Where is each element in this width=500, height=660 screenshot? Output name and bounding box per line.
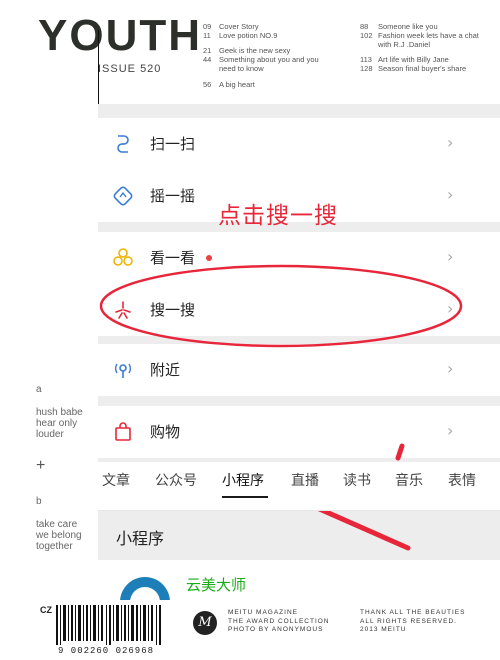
footer-line: THE AWARD COLLECTION (228, 617, 330, 625)
discover-item-label: 搜一搜 (150, 301, 196, 319)
frame-line (98, 30, 99, 104)
toc-entry: 11 Love potion NO.9 (203, 31, 329, 40)
discover-item-label: 购物 (150, 423, 181, 441)
toc-text: Fashion week lets have a chat with R.J .… (378, 31, 479, 49)
footer-line: PHOTO BY ANONYMOUS (228, 626, 324, 633)
toc-number: 102 (360, 31, 373, 40)
tab-music[interactable]: 音乐 (395, 470, 423, 490)
toc-text: Someone like you (378, 22, 438, 31)
toc-text: Cover Story (219, 22, 259, 31)
toc-entry: 113 Art life with Billy Jane (360, 55, 488, 64)
discover-item-look[interactable]: 看一看 › (98, 232, 500, 284)
toc-number: 88 (360, 22, 369, 31)
toc-text: Season final buyer's share (378, 64, 467, 73)
mini-program-logo-icon (120, 577, 170, 602)
toc-text: A big heart (219, 80, 255, 89)
discover-item-label: 看一看 (150, 249, 196, 267)
toc-entry: 44 Something about you and you need to kn… (203, 55, 329, 73)
scan-icon (112, 133, 134, 155)
nearby-icon (112, 359, 134, 381)
chevron-right-icon: › (447, 421, 454, 440)
barcode-number: 9 002260 026968 (58, 646, 155, 656)
tab-live[interactable]: 直播 (291, 470, 319, 490)
discover-item-label: 附近 (150, 361, 181, 379)
search-tabs: 文章 公众号 小程序 直播 读书 音乐 表情 (98, 462, 500, 510)
side-line: take care (36, 519, 78, 530)
toc-text: Art life with Billy Jane (378, 55, 449, 64)
toc-entry: 102 Fashion week lets have a chat with R.… (360, 31, 488, 49)
magazine-issue: ISSUE 520 (98, 63, 162, 75)
toc-number: 113 (360, 55, 372, 64)
search-spark-icon (112, 299, 134, 321)
annotation-text: 点击搜一搜 (218, 203, 338, 229)
shopping-bag-icon (112, 421, 134, 443)
discover-item-scan[interactable]: 扫一扫 › (98, 118, 500, 170)
toc-text: Geek is the new sexy (219, 46, 291, 55)
discover-item-label: 扫一扫 (150, 135, 196, 153)
tab-articles[interactable]: 文章 (102, 470, 130, 490)
barcode (56, 605, 161, 645)
section-title: 小程序 (116, 529, 165, 548)
divider (98, 510, 500, 511)
tab-mini-programs[interactable]: 小程序 (222, 470, 264, 490)
toc-number: 21 (203, 46, 212, 55)
plus-sign: + (36, 457, 46, 474)
toc-text: Something about you and you need to know (219, 55, 319, 73)
toc-entry: 128 Season final buyer's share (360, 64, 488, 73)
shake-icon (112, 185, 134, 207)
footer-line: MEITU MAGAZINE (228, 609, 298, 616)
toc-left-column: 09 Cover Story 11 Love potion NO.9 21 Geek … (203, 22, 329, 92)
toc-entry: 21 Geek is the new sexy (203, 46, 329, 55)
tab-stickers[interactable]: 表情 (448, 470, 476, 490)
chevron-right-icon: › (447, 359, 454, 378)
toc-text: Love potion NO.9 (219, 31, 278, 40)
side-letter: a (36, 384, 42, 395)
chevron-right-icon: › (447, 185, 454, 204)
chevron-right-icon: › (447, 247, 454, 266)
magazine-title: YOUTH (38, 11, 202, 60)
toc-number: 11 (203, 31, 211, 40)
active-tab-indicator (222, 496, 268, 498)
side-line: together (36, 541, 73, 552)
toc-entry: 56 A big heart (203, 80, 329, 89)
footer-line: ALL RIGHTS RESERVED. (360, 617, 457, 625)
tab-official-accounts[interactable]: 公众号 (155, 470, 197, 490)
discover-item-nearby[interactable]: 附近 › (98, 344, 500, 396)
discover-item-shopping[interactable]: 购物 › (98, 406, 500, 458)
toc-number: 128 (360, 64, 373, 73)
magazine-seal-logo: M (193, 611, 217, 635)
toc-right-column: 88 Someone like you 102 Fashion week lets … (360, 22, 488, 76)
toc-number: 56 (203, 80, 212, 89)
side-line: hear only (36, 418, 78, 429)
side-line: we belong (36, 530, 82, 541)
toc-number: 44 (203, 55, 212, 64)
side-line: hush babe (36, 407, 83, 418)
discover-item-label: 摇一摇 (150, 187, 196, 205)
chevron-right-icon: › (447, 299, 454, 318)
cz-mark: CZ (40, 605, 52, 615)
chevron-right-icon: › (447, 133, 454, 152)
discover-item-search[interactable]: 搜一搜 › (98, 284, 500, 336)
side-line: louder (36, 429, 64, 440)
side-letter: b (36, 496, 42, 507)
tab-books[interactable]: 读书 (343, 470, 371, 490)
new-badge-dot (206, 255, 212, 261)
footer-credits: MEITU MAGAZINE THE AWARD COLLECTION PHOT… (228, 609, 330, 635)
toc-number: 09 (203, 22, 212, 31)
footer-line: THANK ALL THE BEAUTIES (360, 609, 466, 616)
side-text-bottom: b take care we belong together (36, 496, 82, 552)
look-icon (112, 247, 134, 269)
footer-rights: THANK ALL THE BEAUTIES ALL RIGHTS RESERV… (360, 609, 465, 635)
toc-entry: 88 Someone like you (360, 22, 488, 31)
mini-program-name: 云美大师 (186, 576, 247, 594)
side-text-top: a hush babe hear only louder (36, 384, 83, 440)
footer-line: 2013 MEITU (360, 626, 407, 633)
toc-entry: 09 Cover Story (203, 22, 329, 31)
